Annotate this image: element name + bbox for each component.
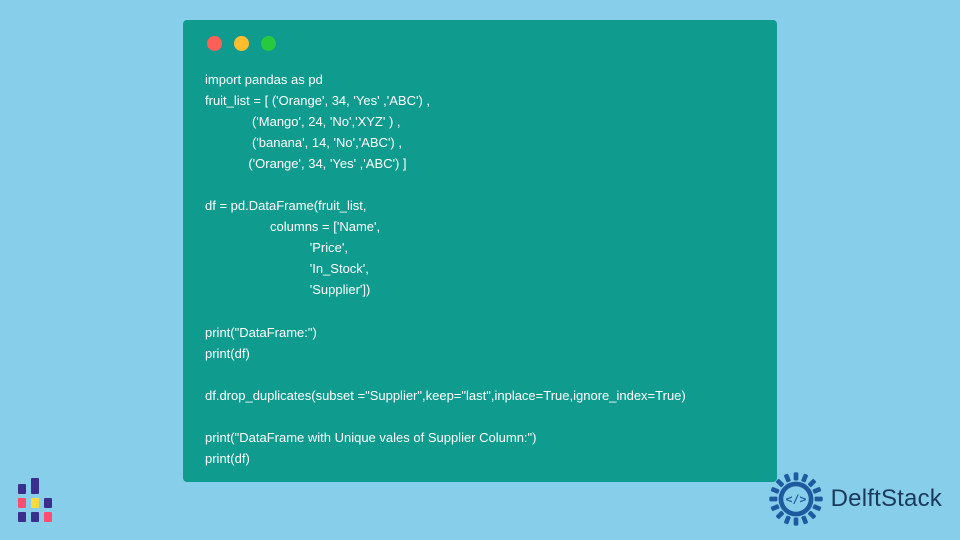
brand-area: </> DelftStack: [767, 470, 942, 528]
code-panel: import pandas as pd fruit_list = [ ('Ora…: [183, 20, 777, 482]
brand-name: DelftStack: [831, 485, 942, 513]
minimize-icon: [234, 36, 249, 51]
delftstack-gear-icon: </>: [767, 470, 825, 528]
window-controls: [205, 36, 755, 51]
bars-logo-icon: [18, 480, 60, 522]
maximize-icon: [261, 36, 276, 51]
close-icon: [207, 36, 222, 51]
code-content: import pandas as pd fruit_list = [ ('Ora…: [205, 69, 755, 469]
svg-text:</>: </>: [785, 492, 806, 506]
